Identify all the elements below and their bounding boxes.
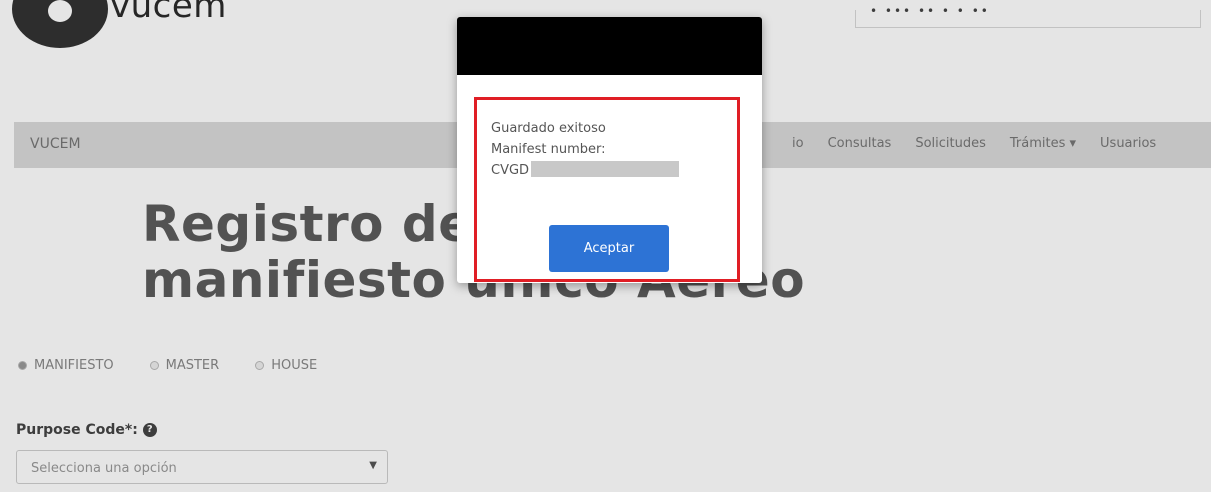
accept-button[interactable]: Aceptar: [549, 225, 669, 272]
manifest-number-prefix: CVGD: [491, 163, 530, 178]
success-dialog: Guardado exitoso Manifest number: CVGD A…: [457, 17, 762, 283]
dialog-line-saved: Guardado exitoso: [491, 121, 606, 136]
dialog-line-manifest-number: CVGD: [491, 160, 680, 181]
redacted-manifest-number: [531, 161, 680, 177]
highlight-box: Guardado exitoso Manifest number: CVGD A…: [474, 97, 740, 282]
dialog-line-manifest-label: Manifest number:: [491, 142, 606, 157]
dialog-message: Guardado exitoso Manifest number: CVGD: [491, 118, 680, 181]
dialog-header-redacted: [457, 17, 762, 75]
